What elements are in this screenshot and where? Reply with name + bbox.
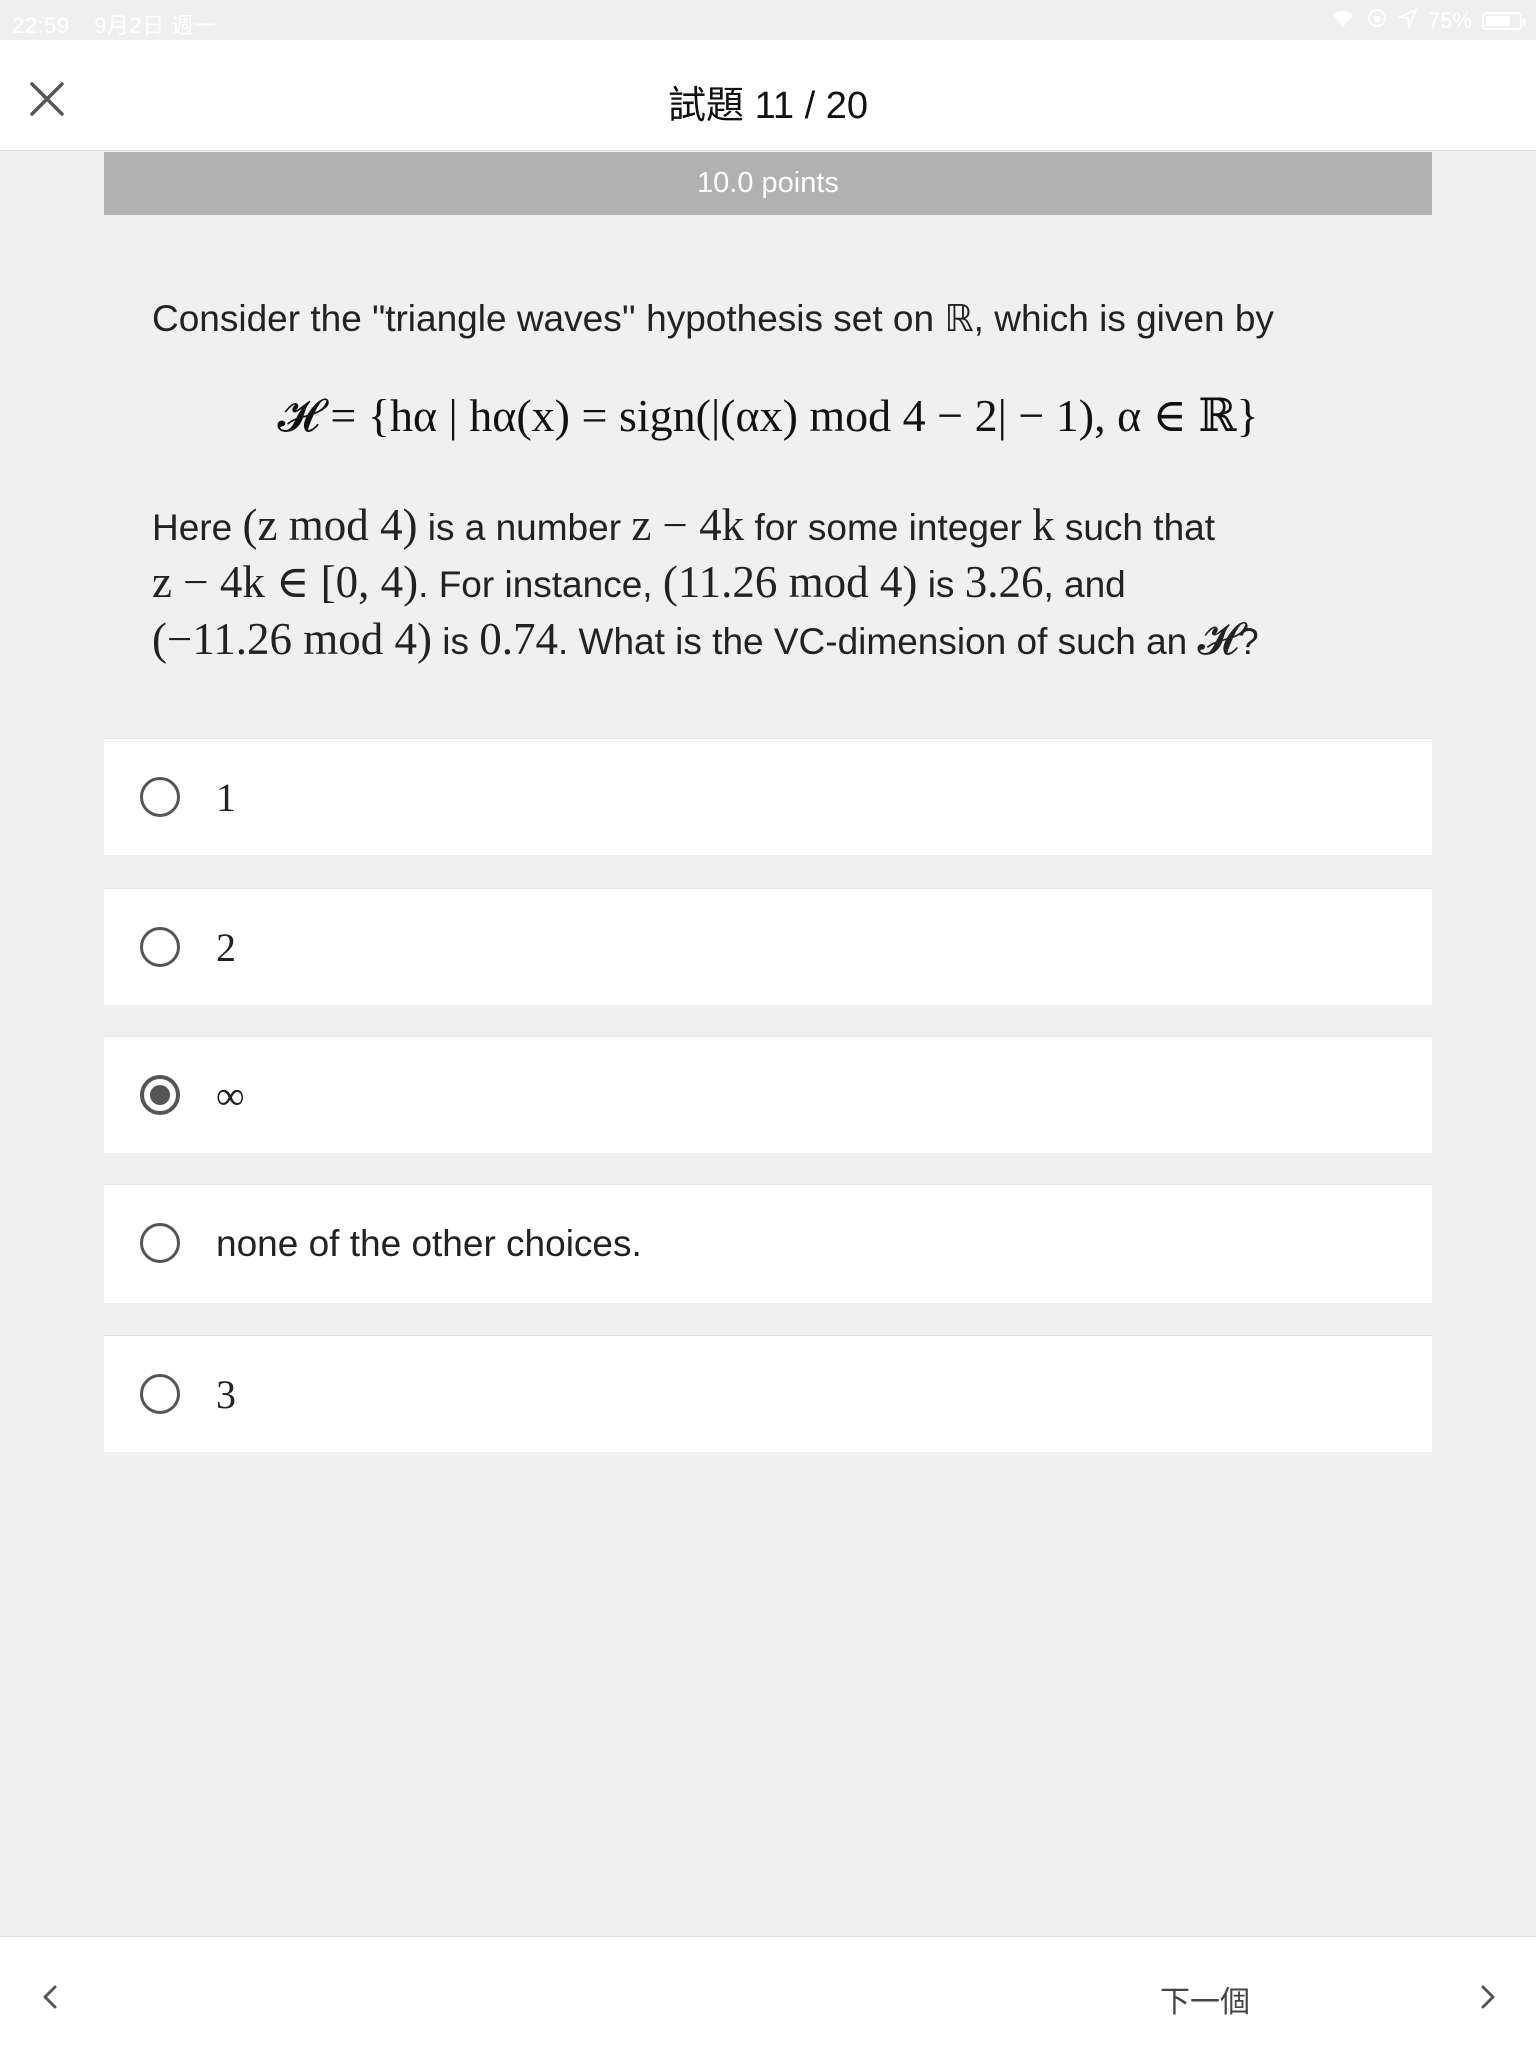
choice-option-1[interactable]: 1: [104, 738, 1432, 855]
explain-text: . For instance,: [418, 564, 663, 605]
status-bar: 22:59 9月2日 週一 75%: [0, 0, 1536, 40]
explain-text: is: [917, 564, 965, 605]
next-arrow-button[interactable]: [1468, 1977, 1508, 2017]
points-banner: 10.0 points: [104, 152, 1432, 215]
page-title: 試題 11 / 20: [668, 85, 868, 127]
radio-button-selected[interactable]: [140, 1075, 180, 1115]
radio-button[interactable]: [140, 1223, 180, 1263]
choice-label: none of the other choices.: [216, 1223, 642, 1264]
status-time: 22:59: [12, 13, 70, 38]
explain-math: (−11.26 mod 4): [152, 614, 432, 664]
explain-text: , and: [1043, 564, 1126, 605]
choice-option-3[interactable]: 3: [104, 1335, 1432, 1452]
next-button[interactable]: 下一個: [1160, 1977, 1250, 2021]
battery-fill: [1486, 16, 1510, 26]
chevron-left-icon: [43, 1985, 57, 2009]
choice-option-infinity[interactable]: ∞: [104, 1036, 1432, 1153]
radio-button[interactable]: [140, 1374, 180, 1414]
explain-text: is a number: [417, 507, 632, 548]
choice-label: 3: [216, 1371, 236, 1417]
wifi-icon: [1330, 8, 1356, 34]
radio-button[interactable]: [140, 777, 180, 817]
status-left: 22:59 9月2日 週一: [12, 8, 234, 40]
previous-button[interactable]: [30, 1977, 70, 2017]
choice-label: 1: [216, 774, 236, 820]
explain-math: z − 4k ∈ [0, 4): [152, 557, 419, 607]
explain-math: (11.26 mod 4): [662, 557, 918, 607]
battery-percent: 75%: [1427, 8, 1472, 33]
status-date: 9月2日 週一: [94, 13, 217, 38]
explain-math: 0.74: [479, 614, 558, 664]
question-explanation: Here (z mod 4) is a number z − 4k for so…: [152, 498, 1412, 669]
bottom-nav-bar: 下一個: [0, 1936, 1536, 2049]
explain-text: Here: [152, 507, 243, 548]
choice-option-2[interactable]: 2: [104, 888, 1432, 1005]
chevron-right-icon: [1481, 1985, 1495, 2009]
explain-math: 3.26: [964, 557, 1044, 607]
explain-text: . What is the VC-dimension of such an: [557, 621, 1198, 662]
explain-math: k: [1032, 500, 1055, 550]
header-bar: 試題 11 / 20: [0, 40, 1536, 151]
explain-text: is: [431, 621, 480, 662]
explain-text: such that: [1054, 507, 1216, 548]
question-intro: Consider the "triangle waves'' hypothesi…: [152, 298, 1274, 339]
explain-math: (z mod 4): [242, 500, 418, 550]
question-formula: 𝓗 = {hα | hα(x) = sign(|(αx) mod 4 − 2| …: [277, 390, 1259, 441]
choice-option-none[interactable]: none of the other choices.: [104, 1184, 1432, 1303]
choice-label: 2: [216, 924, 236, 970]
radio-button[interactable]: [140, 927, 180, 967]
explain-text: for some integer: [744, 507, 1033, 548]
explain-math: z − 4k: [631, 500, 745, 550]
explain-math: 𝓗: [1197, 614, 1239, 664]
battery-icon: [1482, 12, 1526, 30]
choice-label: ∞: [216, 1072, 245, 1118]
status-right: 75%: [1330, 7, 1526, 35]
explain-text: ?: [1238, 621, 1259, 662]
location-icon: [1396, 8, 1418, 34]
rotation-lock-icon: [1366, 7, 1388, 35]
